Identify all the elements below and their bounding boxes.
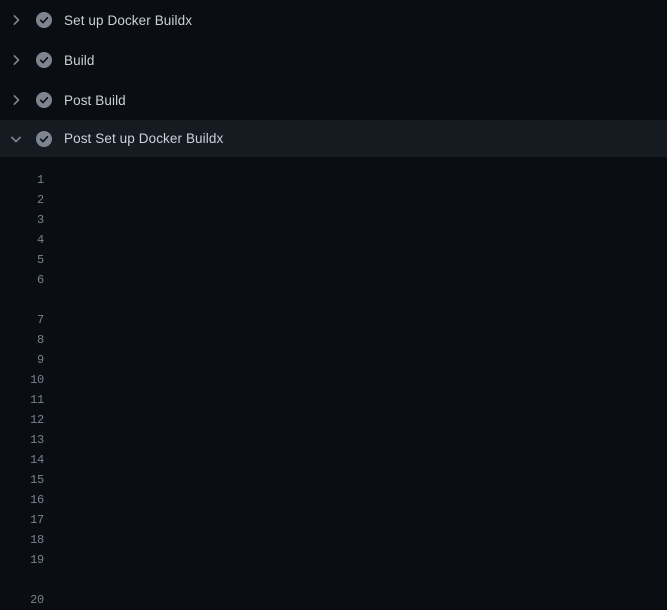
log-line-5: 5time="2021-04-23T18:02:37Z" level=warni… bbox=[0, 250, 667, 270]
step-label: Post Build bbox=[64, 93, 126, 108]
chevron-icon bbox=[8, 52, 24, 68]
line-number[interactable]: 4 bbox=[0, 230, 44, 250]
line-number[interactable]: 5 bbox=[0, 250, 44, 270]
chevron-icon bbox=[8, 131, 24, 147]
line-number[interactable]: 9 bbox=[0, 350, 44, 370]
log-line-12: 12time="2021-04-23T18:02:38Z" level=debu… bbox=[0, 410, 667, 430]
line-number[interactable]: 11 bbox=[0, 390, 44, 410]
log-line-3: 3/usr/bin/docker logs buildx_buildkit_bu… bbox=[0, 210, 667, 230]
log-line-17: 17time="2021-04-23T18:02:38Z" level=debu… bbox=[0, 510, 667, 530]
log-line-16: 16time="2021-04-23T18:02:38Z" level=debu… bbox=[0, 490, 667, 510]
check-circle-icon bbox=[36, 12, 52, 28]
actions-log-viewer: { "colors": { "page_bg": "#0a0d12", "exp… bbox=[0, 0, 667, 600]
steps-list: Set up Docker Buildx Build bbox=[0, 0, 667, 157]
chevron-icon bbox=[8, 92, 24, 108]
check-circle-icon bbox=[36, 131, 52, 147]
line-number[interactable]: 14 bbox=[0, 450, 44, 470]
line-number[interactable]: 17 bbox=[0, 510, 44, 530]
step-row-build[interactable]: Build bbox=[0, 40, 667, 80]
step-label: Set up Docker Buildx bbox=[64, 13, 192, 28]
line-number[interactable]: 6 bbox=[0, 270, 44, 290]
log-line-4: 4time="2021-04-23T18:02:37Z" level=info … bbox=[0, 230, 667, 250]
log-line-15: 15time="2021-04-23T18:02:38Z" level=debu… bbox=[0, 470, 667, 490]
step-row-post-build[interactable]: Post Build bbox=[0, 80, 667, 120]
log-line-2: 2▼BuildKit container logs bbox=[0, 190, 667, 210]
line-number[interactable]: 20 bbox=[0, 590, 44, 610]
log-line-7: 7time="2021-04-23T18:02:37Z" level=warni… bbox=[0, 310, 667, 330]
log-line-6: 6time="2021-04-23T18:02:37Z" level=info … bbox=[0, 270, 667, 290]
line-number[interactable]: 3 bbox=[0, 210, 44, 230]
log-line-18: 18time="2021-04-23T18:02:38Z" level=debu… bbox=[0, 530, 667, 550]
log-line-10: 10time="2021-04-23T18:02:37Z" level=info… bbox=[0, 370, 667, 390]
line-number[interactable]: 16 bbox=[0, 490, 44, 510]
check-circle-icon bbox=[36, 92, 52, 108]
log-line-13: 13time="2021-04-23T18:02:38Z" level=debu… bbox=[0, 430, 667, 450]
line-number[interactable]: 1 bbox=[0, 170, 44, 190]
line-number[interactable]: 10 bbox=[0, 370, 44, 390]
step-row-post-set-up-docker-buildx[interactable]: Post Set up Docker Buildx bbox=[0, 120, 667, 157]
chevron-icon bbox=[8, 12, 24, 28]
log-line-14: 14time="2021-04-23T18:02:38Z" level=debu… bbox=[0, 450, 667, 470]
line-number[interactable]: 2 bbox=[0, 190, 44, 210]
step-label: Build bbox=[64, 53, 95, 68]
step-label: Post Set up Docker Buildx bbox=[64, 131, 223, 146]
line-number[interactable]: 15 bbox=[0, 470, 44, 490]
log-line-9: 9time="2021-04-23T18:02:37Z" level=warni… bbox=[0, 350, 667, 370]
line-number[interactable]: 18 bbox=[0, 530, 44, 550]
log-line-20: 20time="2021-04-23T18:02:38Z" level=debu… bbox=[0, 590, 667, 610]
log-line-1: 1Post job cleanup. bbox=[0, 170, 667, 190]
line-number[interactable]: 19 bbox=[0, 550, 44, 570]
log-line-8: 8time="2021-04-23T18:02:37Z" level=info … bbox=[0, 330, 667, 350]
log-line: application/vnd.oci.image.index.v1+json,… bbox=[0, 570, 667, 590]
log-area: 1Post job cleanup. 2▼BuildKit container … bbox=[0, 157, 667, 610]
log-line: linux/riscv64 linux/ppc64le linux/s390x … bbox=[0, 290, 667, 310]
check-circle-icon bbox=[36, 52, 52, 68]
line-number[interactable]: 7 bbox=[0, 310, 44, 330]
line-number[interactable]: 12 bbox=[0, 410, 44, 430]
step-row-set-up-docker-buildx[interactable]: Set up Docker Buildx bbox=[0, 0, 667, 40]
line-number[interactable]: 8 bbox=[0, 330, 44, 350]
log-line-19: 19time="2021-04-23T18:02:38Z" level=debu… bbox=[0, 550, 667, 570]
line-number[interactable]: 13 bbox=[0, 430, 44, 450]
log-line-11: 11time="2021-04-23T18:02:38Z" level=debu… bbox=[0, 390, 667, 410]
